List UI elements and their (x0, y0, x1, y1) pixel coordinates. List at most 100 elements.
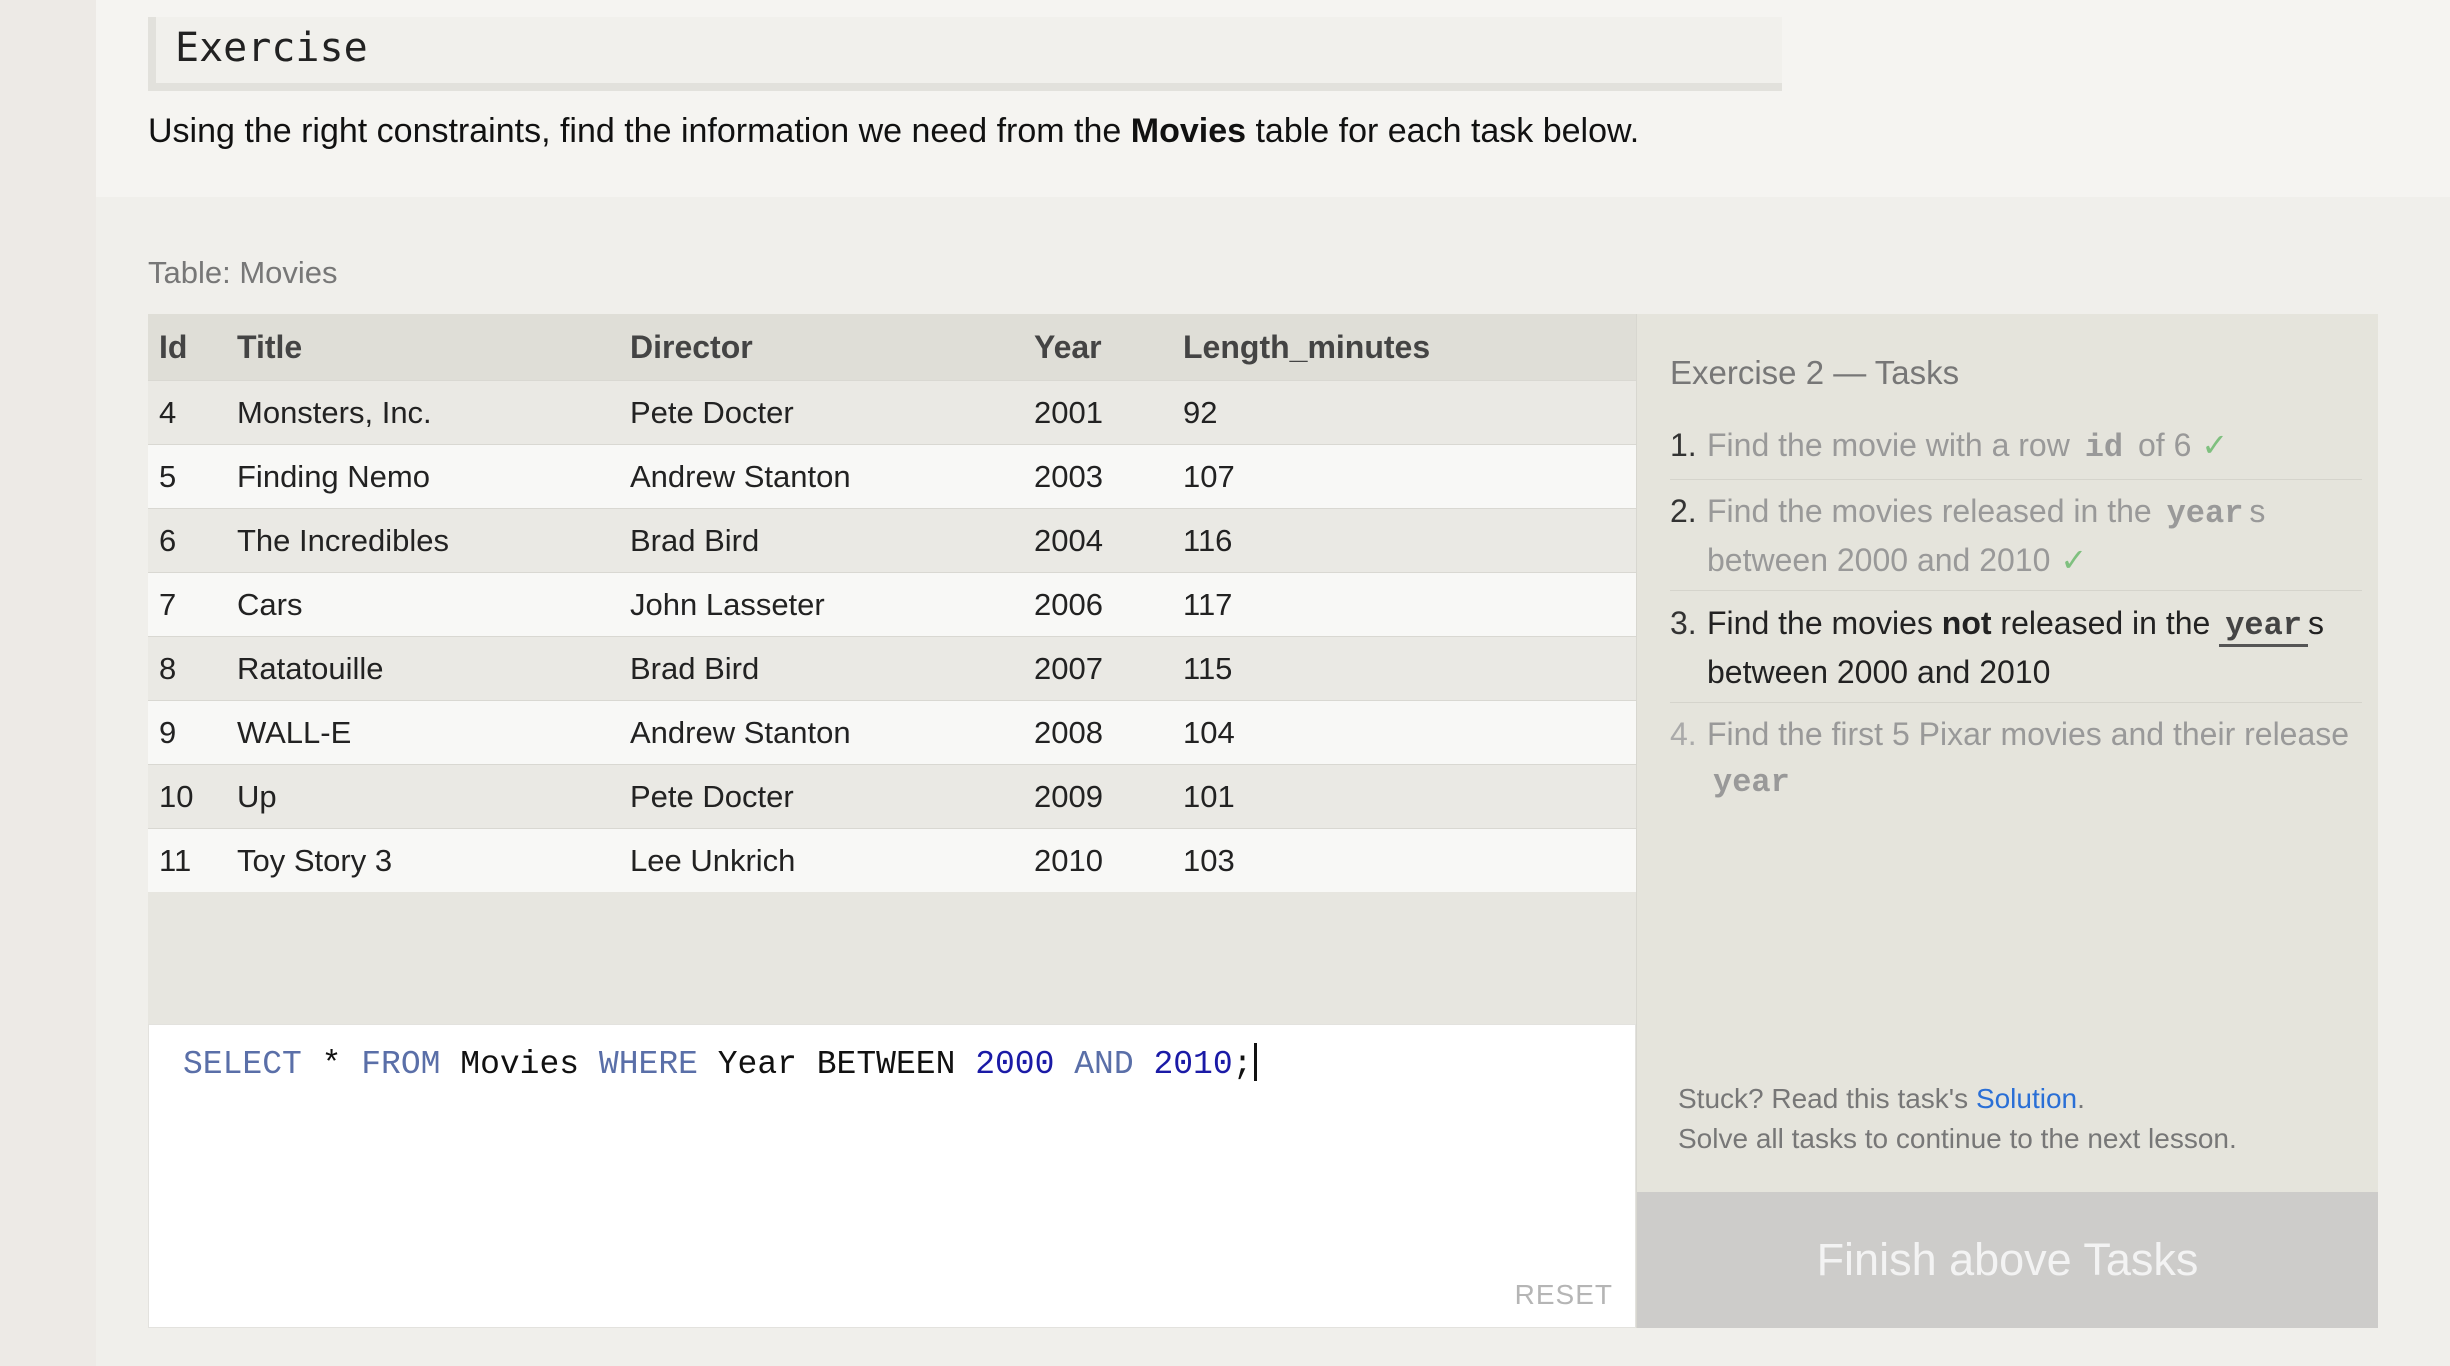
sql-text: Movies (440, 1046, 599, 1083)
finish-tasks-button[interactable]: Finish above Tasks (1637, 1192, 2378, 1328)
table-header-row: Id Title Director Year Length_minutes (148, 314, 1636, 381)
sql-number: 2010 (1153, 1046, 1233, 1083)
task-code: year (2219, 607, 2309, 647)
cell-length: 92 (1183, 380, 1636, 445)
cell-title: Cars (237, 572, 630, 637)
cell-id: 5 (148, 444, 237, 509)
table-row: 4 Monsters, Inc. Pete Docter 2001 92 (148, 380, 1636, 445)
sql-query-text[interactable]: SELECT * FROM Movies WHERE Year BETWEEN … (183, 1043, 1258, 1083)
tasks-title: Exercise 2 — Tasks (1670, 354, 1960, 391)
column-header-director: Director (630, 314, 1034, 381)
cell-year: 2010 (1034, 828, 1183, 892)
cell-id: 4 (148, 380, 237, 445)
sql-keyword: AND (1074, 1046, 1134, 1083)
task-divider (1670, 479, 2362, 480)
table-row: 10 Up Pete Docter 2009 101 (148, 764, 1636, 829)
table-row: 11 Toy Story 3 Lee Unkrich 2010 103 (148, 828, 1636, 892)
sql-text: Year BETWEEN (697, 1046, 976, 1083)
cell-director: Brad Bird (630, 508, 1034, 573)
cell-length: 115 (1183, 636, 1636, 701)
cell-year: 2006 (1034, 572, 1183, 637)
exercise-title: Exercise (175, 25, 368, 71)
task-text: of 6 (2138, 427, 2192, 463)
cell-title: Monsters, Inc. (237, 380, 630, 445)
sql-text: ; (1232, 1046, 1253, 1083)
movies-table-panel: Id Title Director Year Length_minutes 4 … (148, 314, 1636, 1024)
table-caption: Table: Movies (148, 255, 338, 290)
sql-keyword: WHERE (598, 1046, 698, 1083)
reset-button[interactable]: RESET (1515, 1279, 1613, 1311)
cell-id: 6 (148, 508, 237, 573)
cell-director: John Lasseter (630, 572, 1034, 637)
column-header-title: Title (237, 314, 630, 381)
cell-id: 7 (148, 572, 237, 637)
cell-director: Brad Bird (630, 636, 1034, 701)
cell-director: Pete Docter (630, 380, 1034, 445)
movies-table: Id Title Director Year Length_minutes 4 … (148, 314, 1636, 892)
cell-title: The Incredibles (237, 508, 630, 573)
cell-director: Andrew Stanton (630, 444, 1034, 509)
task-code: year (2166, 495, 2244, 532)
cell-length: 107 (1183, 444, 1636, 509)
cell-year: 2007 (1034, 636, 1183, 701)
cell-length: 116 (1183, 508, 1636, 573)
cell-year: 2004 (1034, 508, 1183, 573)
column-header-id: Id (148, 314, 237, 381)
intro-text-end: table for each task below. (1255, 112, 1640, 150)
cell-director: Pete Docter (630, 764, 1034, 829)
table-row: 9 WALL-E Andrew Stanton 2008 104 (148, 700, 1636, 765)
column-header-length: Length_minutes (1183, 314, 1636, 381)
help-prefix: Stuck? Read this task's (1678, 1083, 1969, 1114)
cell-id: 8 (148, 636, 237, 701)
column-header-year: Year (1034, 314, 1183, 381)
cell-length: 101 (1183, 764, 1636, 829)
task-number: 1. (1670, 427, 1697, 463)
cell-title: Toy Story 3 (237, 828, 630, 892)
cell-id: 9 (148, 700, 237, 765)
task-number: 3. (1670, 605, 1697, 641)
task-number: 4. (1670, 716, 1697, 752)
cell-length: 103 (1183, 828, 1636, 892)
table-row: 6 The Incredibles Brad Bird 2004 116 (148, 508, 1636, 573)
task-item: 4. Find the first 5 Pixar movies and the… (1670, 711, 2362, 806)
cell-year: 2001 (1034, 380, 1183, 445)
task-text: Find the movies (1707, 605, 1933, 641)
sql-keyword: FROM (361, 1046, 441, 1083)
task-text: Find the first 5 Pixar movies and their … (1707, 716, 2350, 752)
cell-year: 2009 (1034, 764, 1183, 829)
lesson-page: Exercise Using the right constraints, fi… (96, 0, 2450, 1366)
check-icon: ✓ (2201, 427, 2229, 463)
help-line-2: Solve all tasks to continue to the next … (1678, 1123, 2237, 1154)
exercise-section: Exercise Using the right constraints, fi… (96, 0, 2450, 197)
task-item: 2. Find the movies released in the year s… (1670, 488, 2362, 583)
task-code: id (2084, 429, 2124, 466)
help-text: Stuck? Read this task's Solution. Solve … (1678, 1079, 2237, 1159)
task-item-current: 3. Find the movies not released in the y… (1670, 600, 2362, 695)
cell-title: Ratatouille (237, 636, 630, 701)
cell-title: Up (237, 764, 630, 829)
task-item: 1. Find the movie with a row id of 6 ✓ (1670, 422, 2362, 471)
sql-number: 2000 (975, 1046, 1055, 1083)
cell-title: Finding Nemo (237, 444, 630, 509)
cell-year: 2008 (1034, 700, 1183, 765)
sql-editor[interactable]: SELECT * FROM Movies WHERE Year BETWEEN … (148, 1024, 1636, 1328)
task-divider (1670, 702, 2362, 703)
cell-id: 10 (148, 764, 237, 829)
intro-table-name: Movies (1130, 112, 1247, 150)
task-text: released in the (2000, 605, 2211, 641)
cell-length: 117 (1183, 572, 1636, 637)
help-suffix: . (2077, 1083, 2085, 1114)
cell-length: 104 (1183, 700, 1636, 765)
table-row: 5 Finding Nemo Andrew Stanton 2003 107 (148, 444, 1636, 509)
exercise-intro: Using the right constraints, find the in… (148, 112, 1639, 151)
cell-year: 2003 (1034, 444, 1183, 509)
task-text: Find the movies released in the (1707, 493, 2152, 529)
cell-director: Andrew Stanton (630, 700, 1034, 765)
exercise-header: Exercise (148, 17, 1782, 91)
cell-director: Lee Unkrich (630, 828, 1034, 892)
table-row: 7 Cars John Lasseter 2006 117 (148, 572, 1636, 637)
check-icon: ✓ (2060, 542, 2088, 578)
sql-keyword: SELECT (183, 1046, 302, 1083)
solution-link[interactable]: Solution (1976, 1083, 2077, 1114)
tasks-panel: Exercise 2 — Tasks 1. Find the movie wit… (1636, 314, 2378, 1328)
